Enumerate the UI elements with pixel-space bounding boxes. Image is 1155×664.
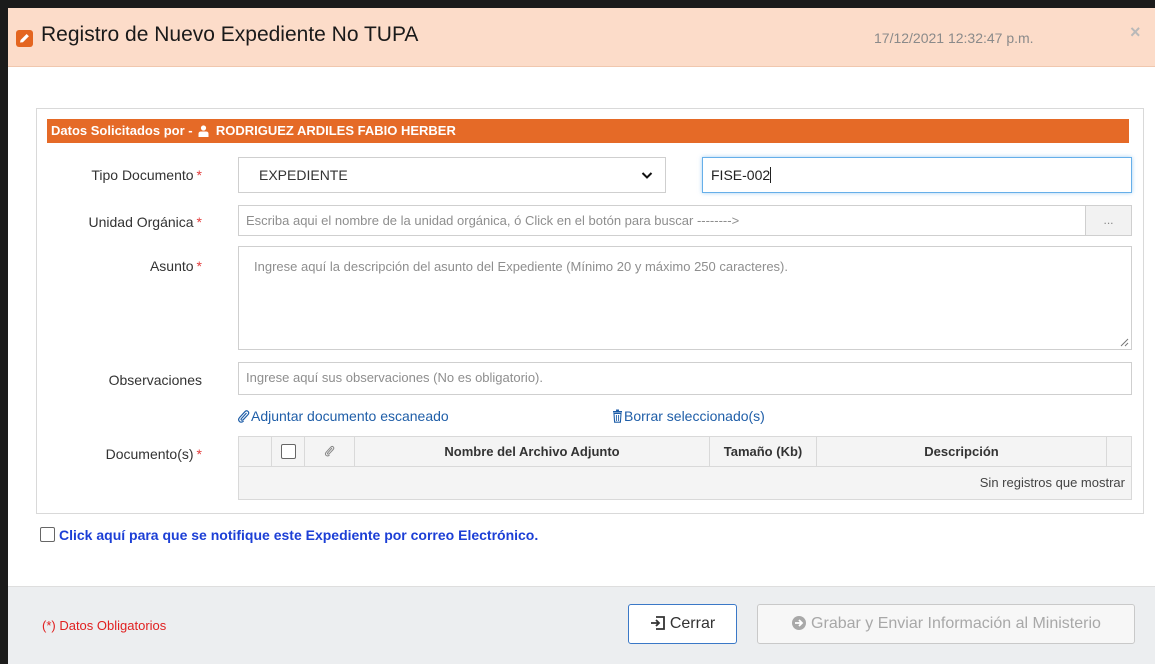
attach-document-label: Adjuntar documento escaneado (251, 408, 449, 424)
submit-button-label: Grabar y Enviar Información al Ministeri… (811, 615, 1101, 632)
documentos-label-text: Documento(s) (105, 446, 194, 462)
close-button-label: Cerrar (669, 615, 716, 632)
unidad-organica-label-text: Unidad Orgánica (88, 214, 194, 230)
asunto-label-text: Asunto (149, 258, 194, 274)
notify-email-option[interactable]: Click aquí para que se notifique este Ex… (40, 527, 538, 543)
close-button[interactable]: Cerrar (628, 604, 737, 644)
modal-header: Registro de Nuevo Expediente No TUPA 17/… (8, 8, 1155, 67)
timestamp: 17/12/2021 12:32:47 p.m. (874, 30, 1034, 46)
tipo-documento-value: EXPEDIENTE (259, 167, 348, 183)
required-mark: * (196, 214, 202, 230)
unidad-organica-placeholder: Escriba aqui el nombre de la unidad orgá… (246, 213, 740, 228)
required-mark: * (196, 446, 202, 462)
user-icon (198, 121, 209, 145)
modal-footer: (*) Datos Obligatorios Cerrar Grabar y E… (8, 586, 1155, 664)
paperclip-icon (238, 410, 250, 423)
edit-icon (16, 30, 33, 47)
table-header: Nombre del Archivo Adjunto Tamaño (Kb) D… (239, 437, 1131, 467)
attachment-column (305, 437, 355, 466)
documents-table: Nombre del Archivo Adjunto Tamaño (Kb) D… (238, 436, 1132, 500)
notify-email-checkbox[interactable] (40, 527, 55, 542)
select-all-column (272, 437, 305, 466)
empty-message: Sin registros que mostrar (979, 475, 1125, 490)
resize-grip-icon[interactable] (1119, 337, 1129, 347)
modal-dialog: Registro de Nuevo Expediente No TUPA 17/… (8, 8, 1155, 664)
documentos-label: Documento(s) * (58, 446, 202, 462)
text-cursor (770, 167, 772, 183)
tipo-documento-label: Tipo Documento * (58, 167, 202, 183)
row-number-column (239, 437, 272, 466)
select-all-checkbox[interactable] (280, 444, 296, 459)
attach-document-link[interactable]: Adjuntar documento escaneado (237, 408, 449, 424)
tipo-documento-select[interactable]: EXPEDIENTE (238, 157, 666, 193)
column-header[interactable]: Descripción (817, 437, 1107, 466)
chevron-down-icon (641, 172, 653, 179)
asunto-label: Asunto * (58, 258, 202, 274)
paperclip-icon (324, 445, 335, 457)
document-number-value: FISE-002 (711, 167, 771, 183)
notify-email-label: Click aquí para que se notifique este Ex… (59, 527, 539, 543)
observaciones-input[interactable]: Ingrese aquí sus observaciones (No es ob… (238, 362, 1132, 395)
required-mark: * (196, 167, 202, 183)
observaciones-placeholder: Ingrese aquí sus observaciones (No es ob… (246, 370, 543, 385)
unidad-organica-label: Unidad Orgánica * (58, 214, 202, 230)
search-unit-button[interactable]: ... (1085, 205, 1132, 236)
tipo-documento-label-text: Tipo Documento (91, 167, 194, 183)
sign-out-icon (650, 616, 665, 630)
trash-icon (613, 409, 622, 423)
circle-arrow-right-icon (792, 616, 807, 630)
asunto-placeholder: Ingrese aquí la descripción del asunto d… (254, 259, 789, 274)
required-fields-note: (*) Datos Obligatorios (42, 618, 167, 633)
panel-heading: Datos Solicitados por - RODRIGUEZ ARDILE… (47, 119, 1129, 143)
submit-button[interactable]: Grabar y Enviar Información al Ministeri… (757, 604, 1135, 644)
unidad-organica-input[interactable]: Escriba aqui el nombre de la unidad orgá… (238, 205, 1086, 236)
modal-title: Registro de Nuevo Expediente No TUPA (41, 23, 419, 46)
delete-selected-link[interactable]: Borrar seleccionado(s) (612, 408, 765, 424)
column-header[interactable]: Nombre del Archivo Adjunto (355, 437, 710, 466)
delete-selected-label: Borrar seleccionado(s) (624, 408, 765, 424)
column-header[interactable]: Tamaño (Kb) (710, 437, 817, 466)
heading-prefix: Datos Solicitados por - (51, 123, 193, 138)
document-number-input[interactable]: FISE-002 (702, 157, 1132, 193)
observaciones-label: Observaciones (108, 372, 202, 388)
asunto-textarea[interactable]: Ingrese aquí la descripción del asunto d… (238, 246, 1132, 350)
close-icon[interactable]: × (1130, 22, 1141, 43)
requester-name: RODRIGUEZ ARDILES FABIO HERBER (215, 123, 456, 138)
required-mark: * (196, 258, 202, 274)
